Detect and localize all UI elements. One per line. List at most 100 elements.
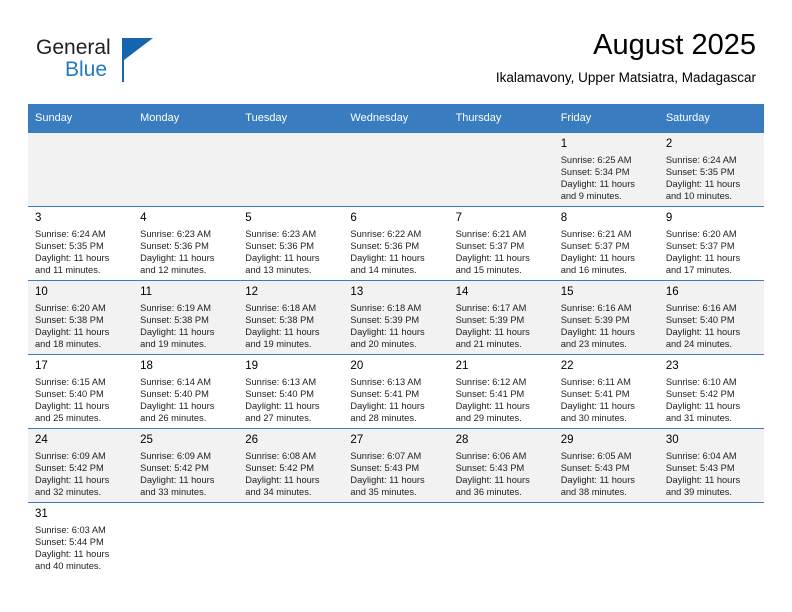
calendar-day-cell[interactable]: 21 Sunrise: 6:12 AM Sunset: 5:41 PM Dayligh…: [448, 354, 554, 429]
general-blue-logo[interactable]: General Blue: [36, 36, 166, 88]
calendar-day-cell[interactable]: 20 Sunrise: 6:13 AM Sunset: 5:41 PM Dayligh…: [343, 354, 449, 429]
calendar-day-cell[interactable]: 8 Sunrise: 6:21 AM Sunset: 5:37 PM Daylight…: [553, 206, 659, 281]
day-cell-content: [133, 503, 238, 508]
calendar-day-cell[interactable]: 15 Sunrise: 6:16 AM Sunset: 5:39 PM Dayligh…: [553, 280, 659, 355]
calendar-empty-cell: [133, 132, 239, 207]
calendar-day-cell[interactable]: 3 Sunrise: 6:24 AM Sunset: 5:35 PM Daylight…: [28, 206, 134, 281]
calendar-empty-cell: [553, 502, 659, 577]
day-sunrise-text: Sunrise: 6:06 AM: [455, 451, 527, 461]
calendar-day-cell[interactable]: 16 Sunrise: 6:16 AM Sunset: 5:40 PM Dayligh…: [658, 280, 764, 355]
calendar-day-cell[interactable]: 18 Sunrise: 6:14 AM Sunset: 5:40 PM Dayligh…: [133, 354, 239, 429]
day-cell-content: [133, 133, 238, 138]
day-cell-content: 13 Sunrise: 6:18 AM Sunset: 5:39 PM Dayligh…: [343, 281, 448, 350]
day-cell-content: [449, 133, 554, 138]
day-daylight-text: Daylight: 11 hours: [35, 549, 110, 560]
calendar-day-cell[interactable]: 11 Sunrise: 6:19 AM Sunset: 5:38 PM Dayligh…: [133, 280, 239, 355]
day-sunset-text: Sunset: 5:37 PM: [455, 241, 525, 252]
calendar-day-cell[interactable]: 9 Sunrise: 6:20 AM Sunset: 5:37 PM Daylight…: [658, 206, 764, 281]
day-sunrise-text: Sunrise: 6:21 AM: [455, 229, 527, 239]
calendar-empty-cell: [448, 132, 554, 207]
calendar-day-cell[interactable]: 1 Sunrise: 6:25 AM Sunset: 5:34 PM Daylight…: [553, 132, 659, 207]
day-sunrise-text: Sunrise: 6:09 AM: [35, 451, 106, 461]
day-daylight-text: and 39 minutes.: [665, 487, 732, 498]
calendar-day-cell[interactable]: 6 Sunrise: 6:22 AM Sunset: 5:36 PM Daylight…: [343, 206, 449, 281]
day-daylight-text: and 21 minutes.: [455, 339, 522, 350]
day-number: 1: [560, 138, 568, 150]
calendar-body: 1 Sunrise: 6:25 AM Sunset: 5:34 PM Daylight…: [28, 132, 764, 577]
day-sunrise-text: Sunrise: 6:10 AM: [665, 377, 737, 387]
day-number: 10: [35, 286, 48, 298]
day-cell-content: [449, 503, 554, 508]
day-daylight-text: Daylight: 11 hours: [665, 475, 741, 486]
calendar-day-cell[interactable]: 10 Sunrise: 6:20 AM Sunset: 5:38 PM Dayligh…: [28, 280, 134, 355]
day-number: 20: [350, 360, 364, 372]
day-sunrise-text: Sunrise: 6:21 AM: [560, 229, 632, 239]
day-daylight-text: and 15 minutes.: [455, 265, 522, 276]
day-number: 27: [350, 434, 364, 446]
day-daylight-text: Daylight: 11 hours: [455, 253, 530, 264]
day-sunset-text: Sunset: 5:36 PM: [140, 241, 209, 252]
day-cell-content: 25 Sunrise: 6:09 AM Sunset: 5:42 PM Dayligh…: [133, 429, 238, 498]
day-number: 8: [560, 212, 568, 224]
calendar-day-cell[interactable]: 19 Sunrise: 6:13 AM Sunset: 5:40 PM Dayligh…: [238, 354, 344, 429]
day-sunrise-text: Sunrise: 6:23 AM: [140, 229, 211, 239]
day-cell-content: 2 Sunrise: 6:24 AM Sunset: 5:35 PM Daylight…: [659, 133, 764, 202]
calendar-day-cell[interactable]: 27 Sunrise: 6:07 AM Sunset: 5:43 PM Dayligh…: [343, 428, 449, 503]
day-sunset-text: Sunset: 5:41 PM: [455, 389, 525, 400]
calendar-week-row: 31 Sunrise: 6:03 AM Sunset: 5:44 PM Dayligh…: [28, 502, 764, 577]
day-number: 28: [455, 434, 469, 446]
day-daylight-text: Daylight: 11 hours: [350, 475, 425, 486]
day-number: 19: [245, 360, 259, 372]
calendar-day-cell[interactable]: 2 Sunrise: 6:24 AM Sunset: 5:35 PM Daylight…: [658, 132, 764, 207]
day-number: 12: [245, 286, 259, 298]
weekday-header-monday: Monday: [133, 104, 239, 133]
day-cell-content: 10 Sunrise: 6:20 AM Sunset: 5:38 PM Dayligh…: [28, 281, 133, 350]
day-sunset-text: Sunset: 5:39 PM: [455, 315, 525, 326]
day-sunset-text: Sunset: 5:39 PM: [350, 315, 420, 326]
day-daylight-text: Daylight: 11 hours: [140, 327, 215, 338]
calendar-day-cell[interactable]: 12 Sunrise: 6:18 AM Sunset: 5:38 PM Dayligh…: [238, 280, 344, 355]
day-sunrise-text: Sunrise: 6:24 AM: [35, 229, 106, 239]
day-daylight-text: and 29 minutes.: [455, 413, 522, 424]
day-cell-content: 28 Sunrise: 6:06 AM Sunset: 5:43 PM Dayligh…: [449, 429, 554, 498]
day-sunrise-text: Sunrise: 6:16 AM: [560, 303, 632, 313]
day-daylight-text: Daylight: 11 hours: [455, 475, 530, 486]
day-sunset-text: Sunset: 5:38 PM: [245, 315, 315, 326]
day-cell-content: 19 Sunrise: 6:13 AM Sunset: 5:40 PM Dayligh…: [238, 355, 343, 424]
calendar-day-cell[interactable]: 29 Sunrise: 6:05 AM Sunset: 5:43 PM Dayligh…: [553, 428, 659, 503]
day-daylight-text: Daylight: 11 hours: [560, 327, 635, 338]
calendar-day-cell[interactable]: 25 Sunrise: 6:09 AM Sunset: 5:42 PM Dayligh…: [133, 428, 239, 503]
calendar-day-cell[interactable]: 28 Sunrise: 6:06 AM Sunset: 5:43 PM Dayligh…: [448, 428, 554, 503]
day-number: 17: [35, 360, 48, 372]
calendar-empty-cell: [133, 502, 239, 577]
day-daylight-text: Daylight: 11 hours: [350, 327, 425, 338]
day-daylight-text: and 16 minutes.: [560, 265, 627, 276]
day-number: 24: [35, 434, 48, 446]
calendar-day-cell[interactable]: 5 Sunrise: 6:23 AM Sunset: 5:36 PM Daylight…: [238, 206, 344, 281]
calendar-day-cell[interactable]: 22 Sunrise: 6:11 AM Sunset: 5:41 PM Dayligh…: [553, 354, 659, 429]
title-block: August 2025 Ikalamavony, Upper Matsiatra…: [496, 28, 756, 88]
day-daylight-text: Daylight: 11 hours: [665, 253, 741, 264]
day-sunset-text: Sunset: 5:34 PM: [560, 167, 630, 178]
day-number: 2: [665, 138, 673, 150]
day-cell-content: 21 Sunrise: 6:12 AM Sunset: 5:41 PM Dayligh…: [449, 355, 554, 424]
day-number: 29: [560, 434, 574, 446]
day-sunset-text: Sunset: 5:40 PM: [245, 389, 315, 400]
day-sunset-text: Sunset: 5:36 PM: [350, 241, 420, 252]
calendar-day-cell[interactable]: 26 Sunrise: 6:08 AM Sunset: 5:42 PM Dayligh…: [238, 428, 344, 503]
calendar-day-cell[interactable]: 30 Sunrise: 6:04 AM Sunset: 5:43 PM Dayligh…: [658, 428, 764, 503]
calendar-day-cell[interactable]: 31 Sunrise: 6:03 AM Sunset: 5:44 PM Dayligh…: [28, 502, 134, 577]
day-cell-content: 5 Sunrise: 6:23 AM Sunset: 5:36 PM Daylight…: [238, 207, 343, 276]
calendar-day-cell[interactable]: 23 Sunrise: 6:10 AM Sunset: 5:42 PM Dayligh…: [658, 354, 764, 429]
calendar-day-cell[interactable]: 14 Sunrise: 6:17 AM Sunset: 5:39 PM Dayligh…: [448, 280, 554, 355]
calendar-day-cell[interactable]: 4 Sunrise: 6:23 AM Sunset: 5:36 PM Daylight…: [133, 206, 239, 281]
calendar-header-row: Sunday Monday Tuesday Wednesday Thursday…: [28, 104, 764, 133]
day-cell-content: [238, 503, 343, 508]
weekday-header-tuesday: Tuesday: [238, 104, 344, 133]
calendar-day-cell[interactable]: 13 Sunrise: 6:18 AM Sunset: 5:39 PM Dayligh…: [343, 280, 449, 355]
calendar-day-cell[interactable]: 7 Sunrise: 6:21 AM Sunset: 5:37 PM Daylight…: [448, 206, 554, 281]
day-cell-content: 23 Sunrise: 6:10 AM Sunset: 5:42 PM Dayligh…: [659, 355, 764, 424]
day-number: 15: [560, 286, 574, 298]
calendar-day-cell[interactable]: 17 Sunrise: 6:15 AM Sunset: 5:40 PM Dayligh…: [28, 354, 134, 429]
calendar-day-cell[interactable]: 24 Sunrise: 6:09 AM Sunset: 5:42 PM Dayligh…: [28, 428, 134, 503]
